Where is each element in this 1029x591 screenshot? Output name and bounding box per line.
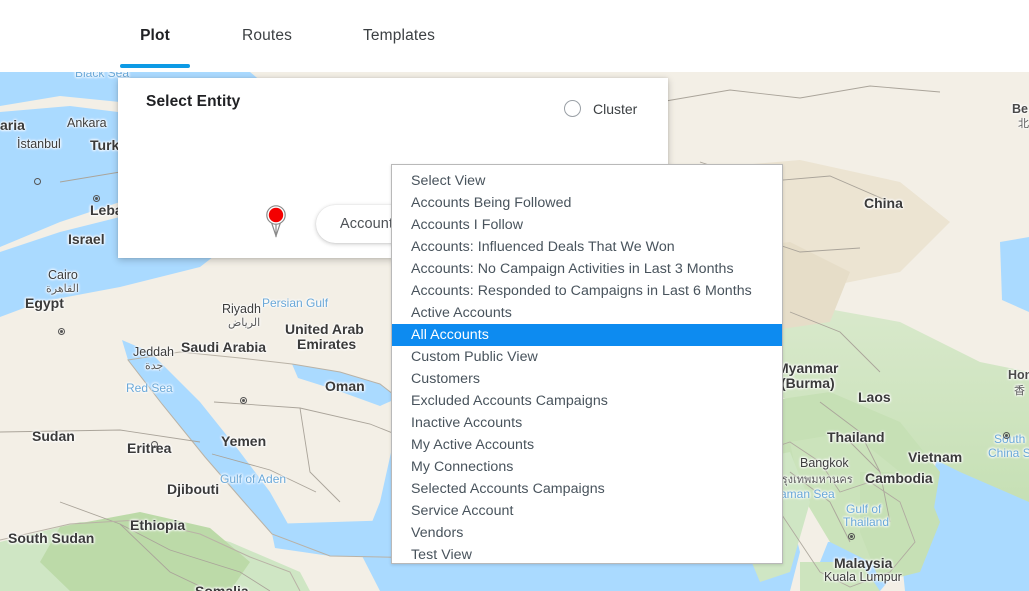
tab-list: Plot Routes Templates (120, 0, 452, 72)
view-option-item[interactable]: My Active Accounts (392, 434, 782, 456)
view-option-item[interactable]: My Connections (392, 456, 782, 478)
tab-templates[interactable]: Templates (346, 0, 452, 72)
cluster-radio-button[interactable] (564, 100, 581, 117)
tab-plot-label: Plot (140, 27, 170, 44)
view-option-item[interactable]: Excluded Accounts Campaigns (392, 390, 782, 412)
top-navigation-bar: Plot Routes Templates (0, 0, 1029, 72)
cluster-label: Cluster (593, 100, 638, 117)
view-option-item[interactable]: Accounts Being Followed (392, 192, 782, 214)
tab-plot[interactable]: Plot (120, 0, 190, 72)
view-select-dropdown[interactable]: Select View Accounts Being Followed Accoun… (391, 164, 783, 564)
view-option-item[interactable]: Vendors (392, 522, 782, 544)
view-option-item[interactable]: Accounts: Influenced Deals That We Won (392, 236, 782, 258)
view-option-item[interactable]: Selected Accounts Campaigns (392, 478, 782, 500)
view-option-item[interactable]: Custom Public View (392, 346, 782, 368)
view-option-item[interactable]: Accounts: Responded to Campaigns in Last… (392, 280, 782, 302)
view-option-item[interactable]: All Accounts (392, 324, 782, 346)
view-option-list: Select View Accounts Being Followed Accoun… (392, 165, 782, 566)
view-option-item[interactable]: Test View (392, 544, 782, 566)
panel-title: Select Entity (146, 93, 241, 110)
view-option-item[interactable]: Select View (392, 170, 782, 192)
tab-routes[interactable]: Routes (221, 0, 313, 72)
view-option-item[interactable]: Service Account (392, 500, 782, 522)
map-pin-icon (266, 205, 286, 238)
view-option-item[interactable]: Active Accounts (392, 302, 782, 324)
view-option-item[interactable]: Customers (392, 368, 782, 390)
tab-templates-label: Templates (363, 27, 435, 44)
map-plot-application: Black Sea aria İstanbul Ankara Turk Leba Israe… (0, 0, 1029, 591)
view-option-item[interactable]: Inactive Accounts (392, 412, 782, 434)
tab-routes-label: Routes (241, 27, 292, 44)
view-option-item[interactable]: Accounts I Follow (392, 214, 782, 236)
view-option-item[interactable]: Accounts: No Campaign Activities in Last… (392, 258, 782, 280)
cluster-option[interactable]: Cluster (564, 100, 637, 117)
